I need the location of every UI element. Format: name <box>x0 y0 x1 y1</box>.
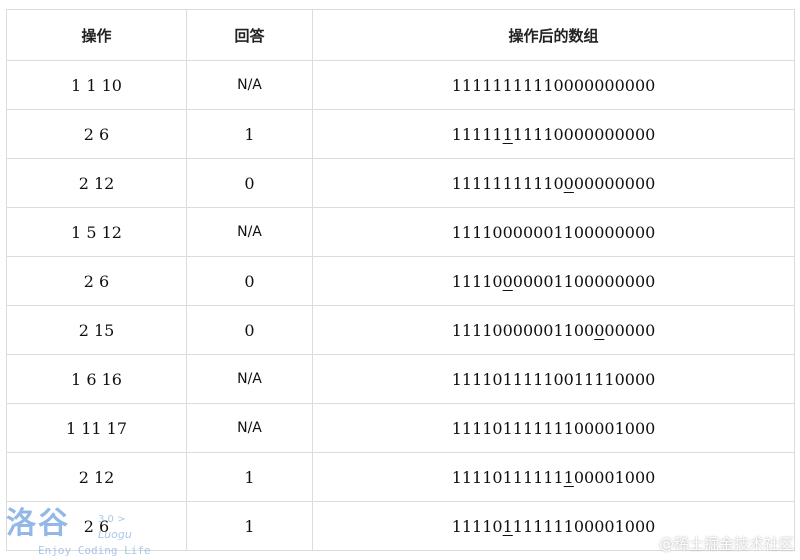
array-bits: 00001000 <box>573 467 656 487</box>
table-header-row: 操作 回答 操作后的数组 <box>6 9 795 61</box>
array-cell: 11111111110000000000 <box>312 60 795 110</box>
answer-cell: 0 <box>186 256 313 306</box>
array-bits: 11110111111 <box>451 467 564 487</box>
answer-cell: 1 <box>186 501 313 551</box>
array-cell: 11111111110000000000 <box>312 158 795 208</box>
operation-cell: 1 6 16 <box>6 354 187 404</box>
table-row: 2 6 0 11110000001100000000 <box>6 256 795 306</box>
operation-cell: 1 11 17 <box>6 403 187 453</box>
luogu-watermark: 洛谷 3.0 > Luogu Enjoy Coding Life <box>6 508 156 558</box>
queried-bit: 1 <box>502 516 513 536</box>
table-row: 2 12 1 11110111111100001000 <box>6 452 795 502</box>
answer-cell: N/A <box>186 207 313 257</box>
array-bits: 11110000000000 <box>512 124 656 144</box>
queried-bit: 0 <box>502 271 513 291</box>
queried-bit: 0 <box>594 320 605 340</box>
table-row: 2 6 1 11111111110000000000 <box>6 109 795 159</box>
array-cell: 11110111111100001000 <box>312 403 795 453</box>
array-bits: 11110111110011110000 <box>451 369 656 389</box>
answer-cell: 0 <box>186 305 313 355</box>
operation-cell: 2 12 <box>6 452 187 502</box>
header-answer: 回答 <box>186 9 313 61</box>
array-cell: 11110111110011110000 <box>312 354 795 404</box>
array-bits: 1111111111 <box>451 75 554 95</box>
operation-cell: 1 1 10 <box>6 60 187 110</box>
queried-bit: 0 <box>563 173 574 193</box>
array-bits: 00000 <box>604 320 656 340</box>
answer-cell: N/A <box>186 60 313 110</box>
array-cell: 11110111111100001000 <box>312 452 795 502</box>
answer-cell: 1 <box>186 109 313 159</box>
operation-cell: 2 6 <box>6 256 187 306</box>
table-row: 2 12 0 11111111110000000000 <box>6 158 795 208</box>
array-cell: 11111111110000000000 <box>312 109 795 159</box>
array-bits: 00001100000000 <box>512 271 656 291</box>
table-row: 1 5 12 N/A 11110000001100000000 <box>6 207 795 257</box>
juejin-watermark: @稀土掘金技术社区 <box>658 535 794 553</box>
array-bits: 11110111111100001000 <box>451 418 656 438</box>
array-cell: 11110000001100000000 <box>312 305 795 355</box>
table-row: 1 1 10 N/A 11111111110000000000 <box>6 60 795 110</box>
queried-bit: 1 <box>502 124 513 144</box>
table-row: 1 11 17 N/A 11110111111100001000 <box>6 403 795 453</box>
array-bits: 11110 <box>451 516 503 536</box>
answer-cell: 0 <box>186 158 313 208</box>
answer-cell: N/A <box>186 403 313 453</box>
array-cell: 11110000001100000000 <box>312 256 795 306</box>
luogu-name: Luogu <box>98 528 132 541</box>
operation-cell: 1 5 12 <box>6 207 187 257</box>
operation-cell: 2 12 <box>6 158 187 208</box>
header-array-after-operation: 操作后的数组 <box>312 9 795 61</box>
array-bits: 11111111110 <box>451 173 564 193</box>
array-bits: 11110000001100 <box>451 320 595 340</box>
array-bits: 11111100001000 <box>512 516 656 536</box>
luogu-version: 3.0 > <box>98 514 126 525</box>
operation-cell: 2 6 <box>6 109 187 159</box>
luogu-slogan: Enjoy Coding Life <box>38 544 151 557</box>
array-bits: 11110000001100000000 <box>451 222 656 242</box>
array-bits: 0000000000 <box>553 75 656 95</box>
table-row: 2 15 0 11110000001100000000 <box>6 305 795 355</box>
luogu-logo-glyphs: 洛谷 <box>6 506 70 541</box>
array-bits: 00000000 <box>573 173 656 193</box>
header-operation: 操作 <box>6 9 187 61</box>
queried-bit: 1 <box>563 467 574 487</box>
table-row: 1 6 16 N/A 11110111110011110000 <box>6 354 795 404</box>
answer-cell: N/A <box>186 354 313 404</box>
array-bits: 11111 <box>451 124 503 144</box>
answer-cell: 1 <box>186 452 313 502</box>
operations-table: 操作 回答 操作后的数组 1 1 10 N/A 1111111111000000… <box>6 9 795 551</box>
array-bits: 11110 <box>451 271 503 291</box>
array-cell: 11110000001100000000 <box>312 207 795 257</box>
operation-cell: 2 15 <box>6 305 187 355</box>
